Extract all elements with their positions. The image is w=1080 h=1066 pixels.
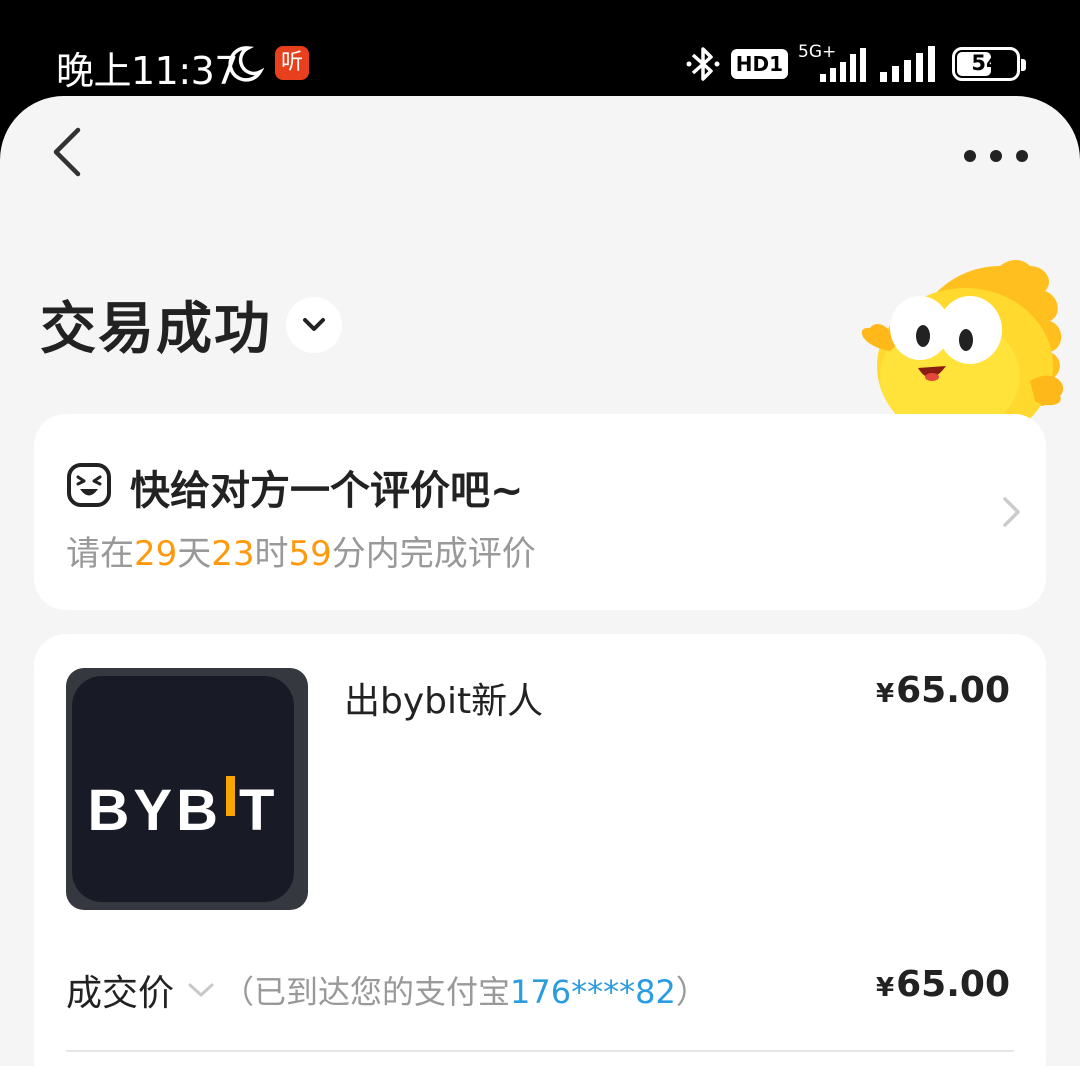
alipay-account: 176****82 bbox=[510, 973, 676, 1011]
bybit-logo-image: BYB T bbox=[72, 676, 294, 902]
smiley-face-icon bbox=[67, 463, 111, 507]
page-title: 交易成功 bbox=[40, 297, 272, 362]
signal-bars-icon bbox=[880, 46, 935, 82]
more-dot-icon bbox=[990, 150, 1002, 162]
order-detail-page: 交易成功 快给对方一个评价吧~ 请在29天23时59分内完成评价 BYB T 出… bbox=[0, 96, 1080, 1066]
ting-app-icon: 听 bbox=[275, 46, 309, 80]
fish-mascot-icon bbox=[861, 260, 1064, 436]
battery-icon: 54 bbox=[952, 47, 1026, 81]
chevron-right-icon bbox=[1003, 497, 1020, 527]
divider bbox=[66, 1050, 1014, 1052]
review-title: 快给对方一个评价吧~ bbox=[130, 468, 524, 514]
signal-5g-icon: 5G+ bbox=[798, 42, 868, 84]
status-header: 交易成功 bbox=[40, 284, 342, 365]
order-item-card: BYB T 出bybit新人 ¥65.00 成交价 （已到达您的支付宝176***… bbox=[34, 634, 1046, 1066]
review-prompt-card[interactable]: 快给对方一个评价吧~ 请在29天23时59分内完成评价 bbox=[34, 414, 1046, 610]
note-suffix: ） bbox=[675, 973, 708, 1011]
item-price: ¥65.00 bbox=[876, 670, 1010, 711]
moon-icon bbox=[228, 46, 264, 82]
countdown-suffix: 分内完成评价 bbox=[331, 534, 536, 574]
countdown-days: 29 bbox=[134, 534, 178, 574]
countdown-days-unit: 天 bbox=[177, 534, 212, 574]
status-time: 晚上11:37 bbox=[56, 49, 239, 93]
chevron-down-icon bbox=[303, 317, 325, 331]
currency-symbol: ¥ bbox=[876, 973, 895, 1003]
bluetooth-icon bbox=[686, 47, 720, 81]
deal-price-row[interactable]: 成交价 （已到达您的支付宝176****82） bbox=[66, 964, 708, 1016]
countdown-minutes: 59 bbox=[288, 534, 332, 574]
back-icon[interactable] bbox=[40, 124, 96, 180]
status-expand-button[interactable] bbox=[286, 296, 342, 353]
hd-badge: HD1 bbox=[730, 49, 788, 79]
countdown-hours: 23 bbox=[211, 534, 255, 574]
countdown-prefix: 请在 bbox=[66, 534, 134, 574]
deal-price-value: 65.00 bbox=[896, 964, 1010, 1005]
deal-price-label: 成交价 bbox=[66, 973, 175, 1014]
currency-symbol: ¥ bbox=[876, 679, 895, 709]
status-icons: HD1 5G+ 54 bbox=[685, 42, 1026, 86]
payment-destination-note: （已到达您的支付宝176****82） bbox=[222, 967, 708, 1013]
status-bar: 晚上11:37 听 HD1 5G+ 54 bbox=[0, 0, 1080, 100]
battery-level: 54 bbox=[971, 51, 1001, 75]
bybit-logo: BYB T bbox=[87, 776, 279, 843]
item-title[interactable]: 出bybit新人 bbox=[344, 672, 543, 724]
item-thumbnail[interactable]: BYB T bbox=[66, 668, 308, 910]
item-price-value: 65.00 bbox=[896, 670, 1010, 711]
more-menu-button[interactable] bbox=[964, 140, 1028, 172]
chevron-down-icon bbox=[188, 983, 214, 997]
more-dot-icon bbox=[1016, 150, 1028, 162]
countdown-hours-unit: 时 bbox=[254, 534, 289, 574]
more-dot-icon bbox=[964, 150, 976, 162]
deal-price: ¥65.00 bbox=[876, 964, 1010, 1005]
note-prefix: （已到达您的支付宝 bbox=[222, 973, 511, 1011]
review-countdown: 请在29天23时59分内完成评价 bbox=[66, 526, 536, 575]
